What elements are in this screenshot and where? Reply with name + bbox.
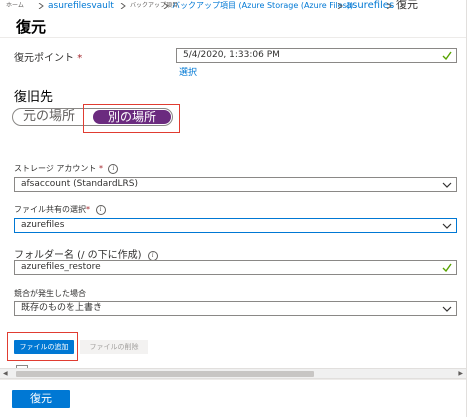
storage-account-dropdown[interactable]: afsaccount (StandardLRS) — [14, 177, 457, 192]
required-mark: * — [86, 205, 90, 214]
highlight-box — [7, 332, 78, 361]
conflict-label: 競合が発生した場合 — [14, 289, 86, 298]
storage-account-label: ストレージ アカウント * i — [14, 163, 119, 174]
info-icon[interactable]: i — [108, 164, 119, 174]
required-mark: * — [77, 53, 83, 64]
file-share-dropdown[interactable]: azurefiles — [14, 218, 457, 233]
breadcrumb-separator-icon — [38, 3, 44, 9]
chevron-down-icon — [442, 222, 452, 230]
restore-point-field[interactable]: 5/4/2020, 1:33:06 PM — [176, 48, 457, 63]
page-title: 復元 — [16, 18, 47, 36]
breadcrumb-separator-icon — [120, 3, 126, 9]
breadcrumb-current: 復元 — [396, 0, 418, 11]
highlight-box — [83, 104, 180, 133]
info-icon[interactable]: i — [95, 205, 106, 215]
select-restore-point-link[interactable]: 選択 — [179, 65, 197, 78]
scroll-left-icon[interactable]: ◀ — [3, 371, 8, 377]
option-original-location[interactable]: 元の場所 — [23, 109, 75, 125]
required-mark: * — [98, 164, 103, 173]
restore-point-label: 復元ポイント * — [14, 49, 82, 64]
folder-name-value: azurefiles_restore — [21, 262, 101, 272]
footer-divider — [0, 379, 466, 380]
breadcrumb-item-home[interactable]: ホーム — [6, 0, 24, 12]
breadcrumb-separator-icon — [337, 3, 343, 9]
scroll-right-icon[interactable]: ▶ — [458, 371, 463, 377]
file-share-value: azurefiles — [21, 220, 65, 230]
restore-point-label-text: 復元ポイント — [14, 53, 74, 64]
partial-checkbox[interactable] — [16, 365, 28, 368]
breadcrumb-separator-icon — [163, 3, 169, 9]
destination-heading: 復旧先 — [14, 90, 54, 105]
file-share-label-text: ファイル共有の選択 — [14, 205, 86, 214]
restore-button[interactable]: 復元 — [12, 390, 70, 408]
folder-name-input[interactable]: azurefiles_restore — [14, 260, 457, 275]
chevron-down-icon — [442, 181, 452, 189]
breadcrumb: ホーム asurefilesvault バックアップ項目 バックアップ項目 (A… — [0, 0, 474, 14]
valid-check-icon — [442, 263, 452, 273]
conflict-value: 既存のものを上書き — [21, 303, 103, 313]
breadcrumb-item-azure-files[interactable]: バックアップ項目 (Azure Storage (Azure Files)) — [172, 0, 353, 12]
storage-account-label-text: ストレージ アカウント — [14, 164, 97, 173]
title-divider — [0, 37, 474, 38]
blade-edge — [466, 0, 474, 417]
breadcrumb-item-vault[interactable]: asurefilesvault — [48, 0, 114, 12]
valid-check-icon — [442, 51, 452, 61]
breadcrumb-separator-icon — [386, 3, 392, 9]
breadcrumb-item-backup-items[interactable]: バックアップ項目 — [130, 0, 178, 12]
scrollbar-thumb[interactable] — [16, 371, 314, 377]
restore-point-value: 5/4/2020, 1:33:06 PM — [183, 50, 280, 60]
remove-file-button: ファイルの削除 — [80, 340, 148, 354]
file-share-label: ファイル共有の選択* i — [14, 204, 106, 215]
horizontal-scrollbar[interactable]: ◀ ▶ — [0, 368, 466, 379]
chevron-down-icon — [442, 305, 452, 313]
folder-name-label: フォルダー名 (/ の下に作成) i — [14, 246, 158, 261]
conflict-dropdown[interactable]: 既存のものを上書き — [14, 301, 457, 316]
storage-account-value: afsaccount (StandardLRS) — [21, 179, 139, 189]
